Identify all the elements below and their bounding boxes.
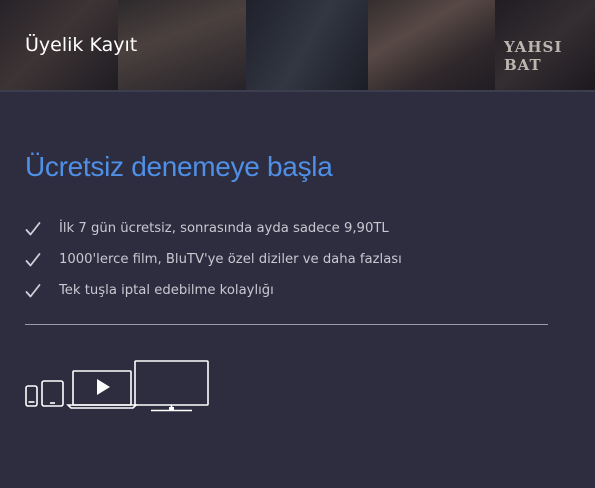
check-icon bbox=[25, 221, 41, 235]
tv-icon bbox=[134, 360, 209, 412]
check-icon bbox=[25, 252, 41, 266]
check-icon bbox=[25, 283, 41, 297]
devices-illustration bbox=[25, 360, 209, 412]
phone-icon bbox=[25, 385, 38, 407]
tablet-icon bbox=[41, 380, 64, 407]
list-item: Tek tuşla iptal edebilme kolaylığı bbox=[25, 275, 402, 306]
section-divider bbox=[25, 324, 548, 325]
feature-text: Tek tuşla iptal edebilme kolaylığı bbox=[59, 283, 274, 298]
page-title: Üyelik Kayıt bbox=[25, 34, 138, 56]
header-banner: YAHSI BAT Üyelik Kayıt bbox=[0, 0, 595, 90]
header-divider bbox=[0, 90, 595, 92]
list-item: 1000'lerce film, BluTV'ye özel diziler v… bbox=[25, 244, 402, 275]
list-item: İlk 7 gün ücretsiz, sonrasında ayda sade… bbox=[25, 213, 402, 244]
feature-list: İlk 7 gün ücretsiz, sonrasında ayda sade… bbox=[25, 213, 402, 306]
feature-text: 1000'lerce film, BluTV'ye özel diziler v… bbox=[59, 252, 402, 267]
feature-text: İlk 7 gün ücretsiz, sonrasında ayda sade… bbox=[59, 221, 389, 236]
headline: Ücretsiz denemeye başla bbox=[25, 151, 333, 182]
poster-title-text: YAHSI BAT bbox=[504, 38, 563, 74]
laptop-icon bbox=[66, 370, 138, 409]
